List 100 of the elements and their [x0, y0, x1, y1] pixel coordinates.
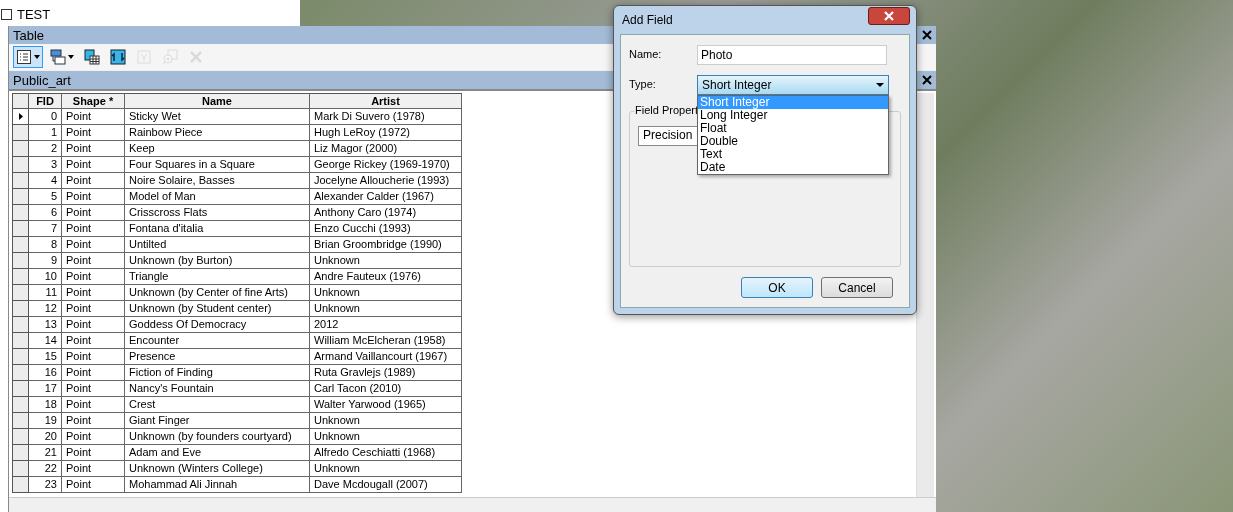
table-cell: Unknown	[310, 461, 462, 477]
table-cell: Unknown	[310, 429, 462, 445]
name-label: Name:	[629, 47, 663, 60]
table-cell: Point	[62, 125, 125, 141]
group-title: Field Propert	[634, 104, 699, 116]
table-cell: Presence	[125, 349, 310, 365]
table-cell: Point	[62, 349, 125, 365]
table-cell: 7	[29, 221, 62, 237]
table-cell: Unknown	[310, 253, 462, 269]
table-cell: Ruta Gravlejs (1989)	[310, 365, 462, 381]
table-cell: 0	[29, 109, 62, 125]
table-cell: Point	[62, 461, 125, 477]
dialog-title: Add Field	[622, 13, 673, 27]
table-cell: Point	[62, 237, 125, 253]
table-cell: Point	[62, 317, 125, 333]
table-cell: Point	[62, 301, 125, 317]
table-cell: Point	[62, 109, 125, 125]
table-cell: 9	[29, 253, 62, 269]
table-cell: Point	[62, 253, 125, 269]
table-cell: Point	[62, 381, 125, 397]
table-cell: Alfredo Ceschiatti (1968)	[310, 445, 462, 461]
table-cell: Walter Yarwood (1965)	[310, 397, 462, 413]
table-cell: 1	[29, 125, 62, 141]
table-cell: Untilted	[125, 237, 310, 253]
table-cell: 2012	[310, 317, 462, 333]
table-cell: Unknown	[310, 413, 462, 429]
table-cell: 20	[29, 429, 62, 445]
table-cell: Fontana d'italia	[125, 221, 310, 237]
table-cell: Point	[62, 141, 125, 157]
table-cell: Four Squares in a Square	[125, 157, 310, 173]
table-cell: 6	[29, 205, 62, 221]
table-cell: Carl Tacon (2010)	[310, 381, 462, 397]
table-cell: 23	[29, 477, 62, 493]
table-cell: Dave Mcdougall (2007)	[310, 477, 462, 493]
table-cell: Point	[62, 269, 125, 285]
type-label: Type:	[629, 77, 657, 90]
table-cell: Crisscross Flats	[125, 205, 310, 221]
table-cell: George Rickey (1969-1970)	[310, 157, 462, 173]
table-cell: Unknown	[310, 285, 462, 301]
table-cell: Point	[62, 157, 125, 173]
table-cell: Point	[62, 365, 125, 381]
table-cell: 13	[29, 317, 62, 333]
table-cell: Point	[62, 413, 125, 429]
table-cell: 4	[29, 173, 62, 189]
table-cell: Unknown (by Center of fine Arts)	[125, 285, 310, 301]
table-cell: Point	[62, 189, 125, 205]
table-cell: Triangle	[125, 269, 310, 285]
property-cell: Precision	[638, 126, 700, 146]
table-cell: Brian Groombridge (1990)	[310, 237, 462, 253]
window-title: Table	[13, 27, 45, 43]
table-cell: Crest	[125, 397, 310, 413]
table-cell: Noire Solaire, Basses	[125, 173, 310, 189]
table-cell: Fiction of Finding	[125, 365, 310, 381]
table-cell: 2	[29, 141, 62, 157]
table-cell: Point	[62, 285, 125, 301]
table-cell: 8	[29, 237, 62, 253]
table-cell: Andre Fauteux (1976)	[310, 269, 462, 285]
table-cell: Giant Finger	[125, 413, 310, 429]
table-cell: Mohammad Ali Jinnah	[125, 477, 310, 493]
table-cell: Sticky Wet	[125, 109, 310, 125]
table-cell: William McElcheran (1958)	[310, 333, 462, 349]
table-cell: Hugh LeRoy (1972)	[310, 125, 462, 141]
table-cell: 17	[29, 381, 62, 397]
table-cell: Point	[62, 477, 125, 493]
table-cell: 10	[29, 269, 62, 285]
table-cell: Point	[62, 221, 125, 237]
table-cell: Point	[62, 445, 125, 461]
table-cell: Mark Di Suvero (1978)	[310, 109, 462, 125]
table-cell: Alexander Calder (1967)	[310, 189, 462, 205]
table-cell: 21	[29, 445, 62, 461]
table-cell: 22	[29, 461, 62, 477]
table-cell: Armand Vaillancourt (1967)	[310, 349, 462, 365]
table-cell: Liz Magor (2000)	[310, 141, 462, 157]
table-cell: 11	[29, 285, 62, 301]
table-cell: 3	[29, 157, 62, 173]
table-cell: Unknown	[310, 301, 462, 317]
table-cell: Encounter	[125, 333, 310, 349]
table-cell: 19	[29, 413, 62, 429]
table-cell: Unknown (by Burton)	[125, 253, 310, 269]
table-cell: Point	[62, 333, 125, 349]
table-cell: Model of Man	[125, 189, 310, 205]
table-cell: Nancy's Fountain	[125, 381, 310, 397]
table-cell: 16	[29, 365, 62, 381]
table-cell: 18	[29, 397, 62, 413]
table-cell: Anthony Caro (1974)	[310, 205, 462, 221]
table-cell: Adam and Eve	[125, 445, 310, 461]
table-cell: Point	[62, 205, 125, 221]
table-cell: 5	[29, 189, 62, 205]
table-cell: Point	[62, 429, 125, 445]
table-cell: Unknown (by founders courtyard)	[125, 429, 310, 445]
table-cell: Goddess Of Democracy	[125, 317, 310, 333]
table-cell: Keep	[125, 141, 310, 157]
table-cell: Point	[62, 397, 125, 413]
table-cell: Point	[62, 173, 125, 189]
table-cell: Unknown (Winters College)	[125, 461, 310, 477]
table-cell: Rainbow Piece	[125, 125, 310, 141]
table-cell: Enzo Cucchi (1993)	[310, 221, 462, 237]
table-cell: Unknown (by Student center)	[125, 301, 310, 317]
table-cell: Jocelyne Alloucherie (1993)	[310, 173, 462, 189]
table-cell: 14	[29, 333, 62, 349]
